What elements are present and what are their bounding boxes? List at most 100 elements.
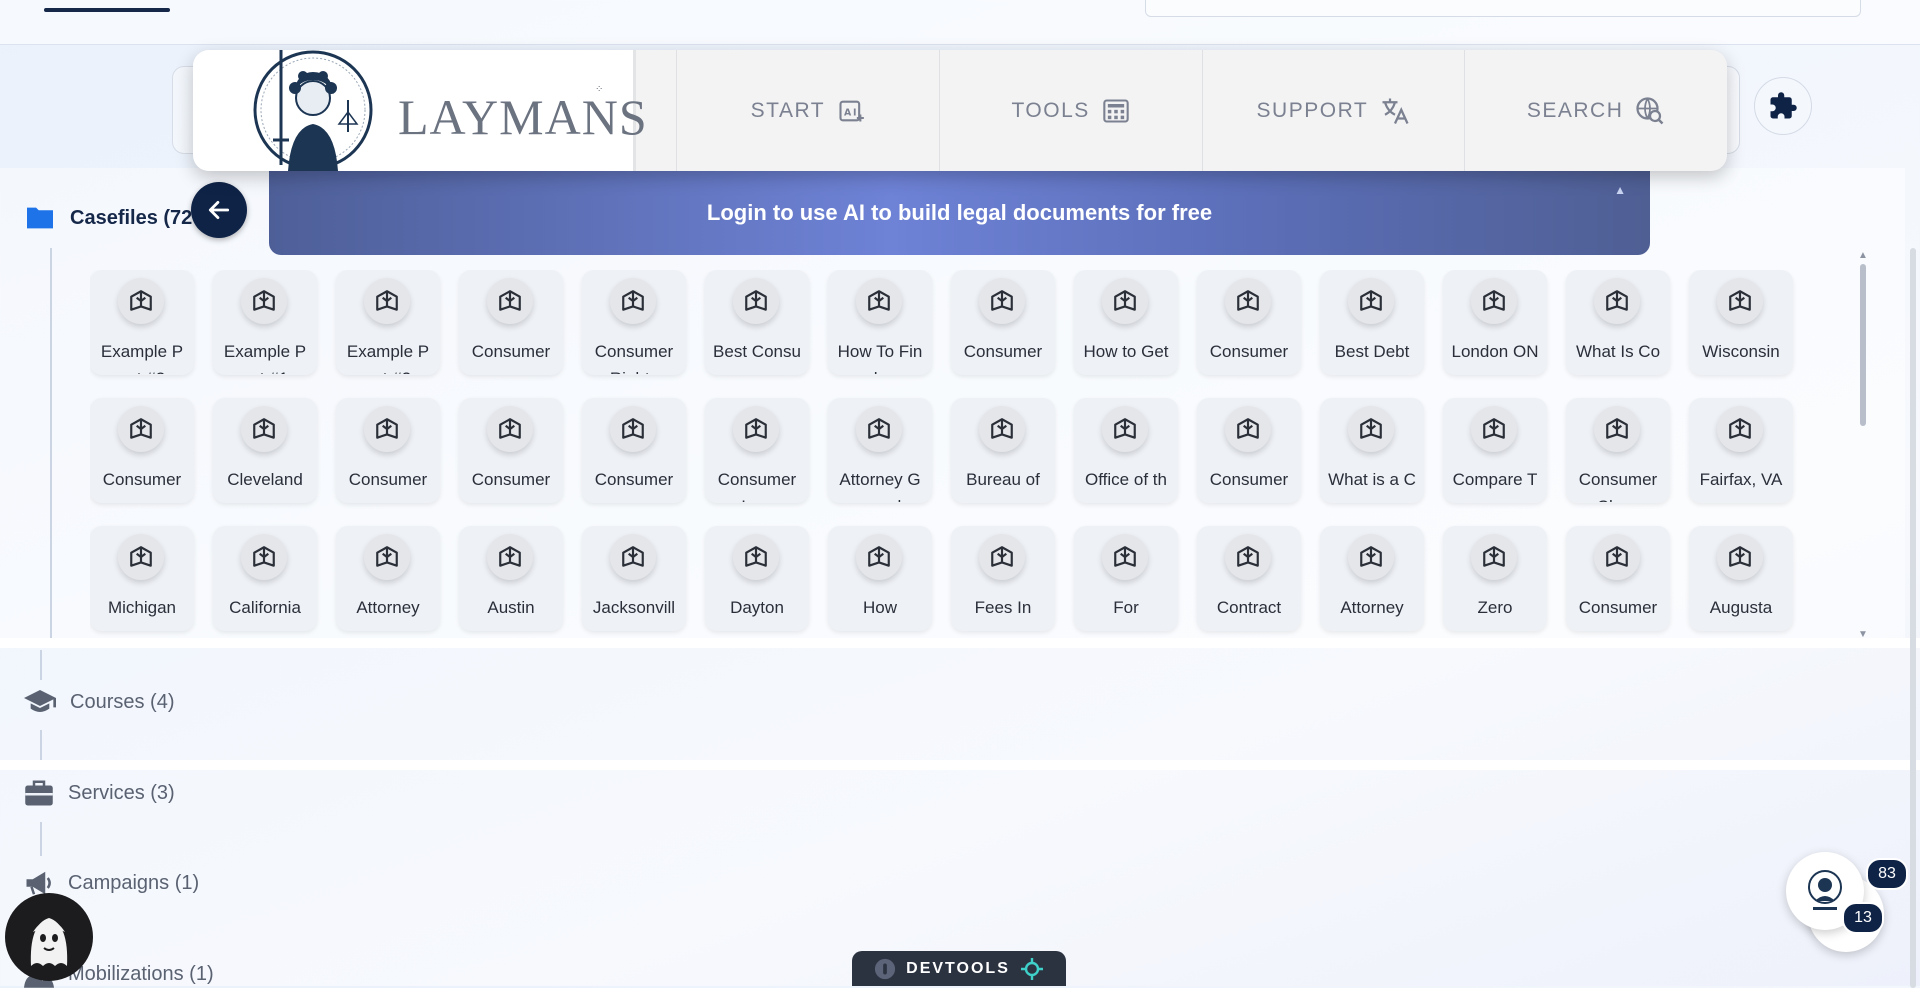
casefile-icon <box>856 534 902 580</box>
folder-icon <box>27 207 53 229</box>
nav-search[interactable]: SEARCH <box>1464 50 1727 171</box>
casefile-card[interactable]: Consumer <box>1197 398 1301 503</box>
casefile-icon <box>979 406 1025 452</box>
nav-support[interactable]: SUPPORT <box>1201 50 1465 171</box>
casefile-icon <box>1225 278 1271 324</box>
search-globe-icon <box>1636 96 1664 124</box>
nav-tools[interactable]: TOOLS <box>938 50 1202 171</box>
login-banner[interactable]: Login to use AI to build legal documents… <box>269 171 1650 255</box>
shield-icon <box>875 958 896 979</box>
casefile-card[interactable]: Cleveland <box>213 398 317 503</box>
casefile-icon <box>610 278 656 324</box>
casefile-card[interactable]: Jacksonville <box>582 526 686 631</box>
casefile-card[interactable]: Example Post #2 <box>90 270 194 375</box>
casefile-title: Example Post #2 <box>100 342 184 374</box>
casefile-card[interactable]: Attorney <box>1320 526 1424 631</box>
casefile-icon <box>1225 406 1271 452</box>
casefiles-grid: Example Post #2 Example Post #1 Example Po… <box>90 270 1810 638</box>
casefile-card[interactable]: How <box>828 526 932 631</box>
casefile-card[interactable]: For <box>1074 526 1178 631</box>
casefile-icon <box>1717 406 1763 452</box>
casefile-card[interactable]: Consumer <box>1197 270 1301 375</box>
casefile-icon <box>364 406 410 452</box>
casefile-card[interactable]: Attorney <box>336 526 440 631</box>
casefile-card[interactable]: Consumer <box>1566 526 1670 631</box>
casefile-title: Consumer <box>102 470 182 489</box>
back-button[interactable] <box>191 182 247 238</box>
casefile-title: California <box>229 598 301 617</box>
caret-up-icon[interactable]: ▲ <box>1614 183 1626 197</box>
section-divider <box>0 760 1920 770</box>
casefile-card[interactable]: Consumer <box>459 398 563 503</box>
briefcase-icon <box>25 780 53 806</box>
casefile-icon <box>733 406 779 452</box>
casefile-card[interactable]: Augusta <box>1689 526 1793 631</box>
casefile-card[interactable]: Consumer <box>90 398 194 503</box>
crosshair-icon[interactable] <box>1020 957 1044 981</box>
casefile-card[interactable]: Consumer Class <box>1566 398 1670 503</box>
casefile-card[interactable]: Fees In <box>951 526 1055 631</box>
casefile-icon <box>241 278 287 324</box>
casefile-icon <box>1717 534 1763 580</box>
section-services-label: Services (3) <box>68 781 175 804</box>
casefile-card[interactable]: How To Find a <box>828 270 932 375</box>
casefile-card[interactable]: Michigan <box>90 526 194 631</box>
section-courses[interactable]: Courses (4) <box>24 688 174 716</box>
casefile-card[interactable]: Wisconsin <box>1689 270 1793 375</box>
casefile-card[interactable]: Consumer <box>459 270 563 375</box>
casefile-card[interactable]: How to Get <box>1074 270 1178 375</box>
top-input-box[interactable] <box>1145 0 1861 17</box>
nav-start[interactable]: START AI <box>676 50 939 171</box>
section-courses-label: Courses (4) <box>70 690 175 713</box>
casefile-card[interactable]: Best Debt <box>1320 270 1424 375</box>
casefile-card[interactable]: Austin <box>459 526 563 631</box>
casefile-card[interactable]: Consumer Law <box>705 398 809 503</box>
scroll-up-arrow-icon[interactable]: ▲ <box>1858 250 1868 261</box>
casefiles-row: Example Post #2 Example Post #1 Example Po… <box>90 270 1810 375</box>
casefile-card[interactable]: Example Post #3 <box>336 270 440 375</box>
casefile-card[interactable]: What Is Consume <box>1566 270 1670 375</box>
devtools-toggle[interactable]: DEVTOOLS <box>852 951 1066 986</box>
nav-search-label: SEARCH <box>1526 98 1624 122</box>
casefile-title: Compare Top <box>1452 470 1538 502</box>
casefile-card[interactable]: Consumer Rights <box>582 270 686 375</box>
casefiles-label: Casefiles (72 <box>70 206 193 229</box>
casefile-card[interactable]: What is a Consume <box>1320 398 1424 503</box>
trademark-mark: ⁘ <box>595 84 604 95</box>
casefile-card[interactable]: Compare Top <box>1443 398 1547 503</box>
casefile-card[interactable]: London ON <box>1443 270 1547 375</box>
casefile-icon <box>979 534 1025 580</box>
casefile-icon <box>1225 534 1271 580</box>
casefile-icon <box>1471 534 1517 580</box>
casefile-card[interactable]: Fairfax, VA <box>1689 398 1793 503</box>
casefile-card[interactable]: Consumer <box>336 398 440 503</box>
casefile-title: London ON <box>1451 342 1539 361</box>
extensions-button[interactable] <box>1754 77 1812 135</box>
casefile-title: What is a Consume <box>1328 470 1416 502</box>
casefiles-header[interactable]: Casefiles (72 <box>24 205 192 231</box>
casefile-card[interactable]: Bureau of <box>951 398 1055 503</box>
nav-tools-label: TOOLS <box>1011 98 1090 122</box>
casefile-card[interactable]: California <box>213 526 317 631</box>
section-services[interactable]: Services (3) <box>24 779 175 807</box>
casefile-card[interactable]: Consumer <box>951 270 1055 375</box>
grid-scrollbar[interactable]: ▲ ▼ <box>1856 250 1868 640</box>
casefile-card[interactable]: Office of the <box>1074 398 1178 503</box>
page-scrollbar[interactable] <box>1910 248 1916 988</box>
casefile-icon <box>364 534 410 580</box>
brand-logo[interactable]: LAYMANS ⁘ <box>193 50 647 171</box>
casefile-card[interactable]: Contract <box>1197 526 1301 631</box>
casefile-card[interactable]: Consumer <box>582 398 686 503</box>
brand-name: LAYMANS <box>398 89 648 145</box>
casefile-card[interactable]: Dayton <box>705 526 809 631</box>
ai-icon: AI <box>839 100 864 121</box>
scroll-thumb[interactable] <box>1860 264 1866 426</box>
casefile-card[interactable]: Attorney General: <box>828 398 932 503</box>
casefile-card[interactable]: Example Post #1 <box>213 270 317 375</box>
casefile-title: Consumer Rights <box>594 342 674 374</box>
casefile-card[interactable]: Best Consume <box>705 270 809 375</box>
casefiles-row: Michigan California Attorney Austin Jacksonv… <box>90 526 1810 631</box>
user-avatar[interactable] <box>5 893 93 981</box>
casefile-card[interactable]: Zero <box>1443 526 1547 631</box>
top-strip <box>0 0 1920 45</box>
